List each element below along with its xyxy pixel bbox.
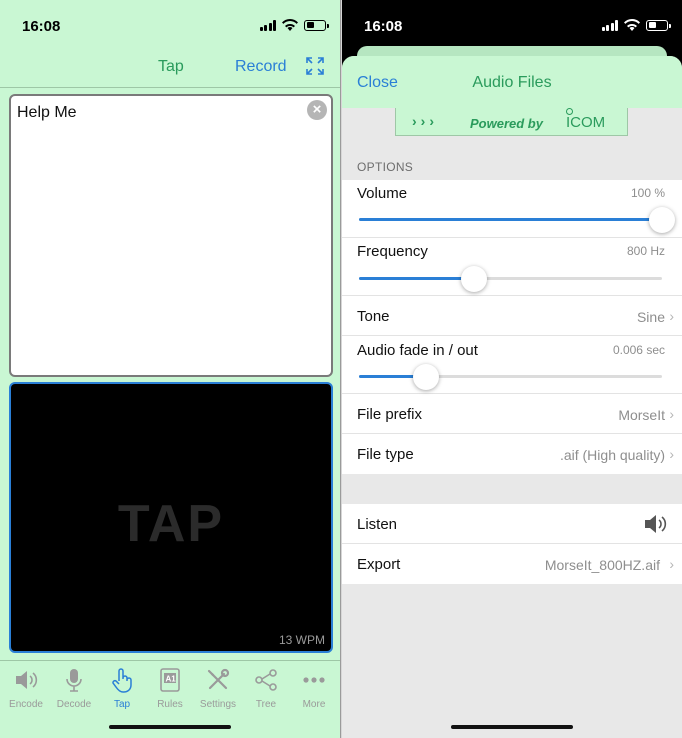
icom-logo: ICOM — [566, 108, 606, 131]
actions-group: Listen Export MorseIt_800HZ.aif › — [342, 504, 682, 584]
hand-pointer-icon — [112, 668, 132, 693]
tone-value: Sine — [636, 309, 665, 325]
frequency-value: 800 Hz — [626, 244, 665, 258]
chevron-right-icon: › — [669, 406, 674, 422]
sheet-header: Close Audio Files — [342, 56, 682, 108]
signal-icon — [259, 19, 276, 31]
powered-by-label: Powered by — [470, 116, 543, 131]
filetype-value: .aif (High quality) — [559, 447, 665, 463]
message-text: Help Me — [17, 104, 77, 121]
battery-icon — [646, 19, 671, 31]
microphone-icon — [66, 669, 82, 692]
tone-row[interactable]: Tone Sine › — [342, 296, 682, 336]
home-indicator — [109, 725, 231, 729]
home-indicator — [451, 725, 573, 729]
export-row[interactable]: Export MorseIt_800HZ.aif › — [342, 544, 682, 584]
tab-tap[interactable]: Tap — [98, 667, 146, 710]
fade-row: Audio fade in / out 0.006 sec — [342, 336, 682, 394]
slider-thumb[interactable] — [412, 364, 439, 390]
filetype-label: File type — [357, 446, 414, 463]
tab-rules[interactable]: A1 Rules — [146, 667, 194, 710]
tab-label: Rules — [157, 699, 183, 710]
slider-thumb[interactable] — [649, 207, 675, 233]
export-label: Export — [357, 556, 401, 573]
tab-label: Tap — [113, 699, 131, 710]
tone-label: Tone — [357, 308, 390, 325]
frequency-slider[interactable] — [359, 266, 662, 292]
tab-tree[interactable]: Tree — [242, 667, 290, 710]
status-icons — [601, 19, 671, 31]
chevrons-icon: ››› — [412, 113, 438, 129]
status-bar: 16:08 — [0, 0, 340, 48]
tab-bar: Encode Decode Tap A1 Rules Settings Tree… — [0, 660, 340, 738]
tab-label: More — [302, 699, 326, 710]
fade-value: 0.006 sec — [612, 343, 665, 357]
fade-slider[interactable] — [359, 364, 662, 390]
status-time: 16:08 — [22, 18, 61, 35]
tab-label: Decode — [56, 699, 92, 710]
chevron-right-icon: › — [669, 446, 674, 462]
clear-text-icon[interactable]: × — [307, 100, 327, 120]
tree-icon — [255, 669, 277, 691]
fade-label: Audio fade in / out — [357, 342, 478, 359]
status-icons — [259, 19, 329, 31]
tap-mode-button[interactable]: Tap — [158, 58, 184, 76]
listen-row[interactable]: Listen — [342, 504, 682, 544]
tab-encode[interactable]: Encode — [2, 667, 50, 710]
volume-label: Volume — [357, 185, 408, 202]
export-value: MorseIt_800HZ.aif — [544, 557, 660, 573]
tab-label: Tree — [255, 699, 277, 710]
tab-decode[interactable]: Decode — [50, 667, 98, 710]
volume-slider[interactable] — [359, 207, 675, 233]
wifi-icon — [282, 19, 298, 31]
tap-watermark: TAP — [117, 495, 225, 553]
chevron-right-icon: › — [669, 556, 674, 572]
tap-screen: 16:08 Tap Record Help Me × TAP 13 WPM En… — [0, 0, 341, 738]
speaker-icon — [16, 671, 38, 689]
tab-settings[interactable]: Settings — [194, 667, 242, 710]
speaker-icon[interactable] — [643, 514, 667, 539]
rules-icon: A1 — [160, 668, 180, 692]
prefix-value: MorseIt — [618, 407, 665, 423]
sheet-title: Audio Files — [472, 74, 552, 91]
fullscreen-icon[interactable] — [305, 56, 325, 81]
audio-files-screen: 16:08 Close Audio Files ››› Powered by I… — [342, 0, 682, 738]
options-group: Volume 100 % Frequency 800 Hz Tone Sine … — [342, 180, 682, 474]
tab-more[interactable]: More — [290, 667, 338, 710]
volume-value: 100 % — [630, 186, 665, 200]
record-button[interactable]: Record — [235, 58, 287, 76]
chevron-right-icon: › — [669, 308, 674, 324]
volume-row: Volume 100 % — [342, 180, 682, 238]
tap-pad[interactable]: TAP 13 WPM — [9, 382, 333, 653]
powered-by-banner[interactable]: ››› Powered by ICOM — [395, 108, 628, 136]
frequency-row: Frequency 800 Hz — [342, 238, 682, 296]
tab-label: Settings — [199, 699, 237, 710]
prefix-label: File prefix — [357, 406, 423, 423]
listen-label: Listen — [357, 516, 398, 533]
message-text-area[interactable]: Help Me × — [9, 94, 333, 377]
ellipsis-icon — [303, 677, 325, 683]
options-section-header: OPTIONS — [357, 160, 414, 174]
svg-text:A1: A1 — [166, 675, 177, 684]
wpm-label: 13 WPM — [278, 633, 325, 647]
status-time: 16:08 — [364, 18, 403, 35]
tab-label: Encode — [9, 699, 43, 710]
prefix-row[interactable]: File prefix MorseIt › — [342, 394, 682, 434]
slider-thumb[interactable] — [461, 266, 488, 292]
audio-files-sheet: Close Audio Files ››› Powered by ICOM OP… — [342, 56, 682, 738]
top-toolbar: Tap Record — [0, 48, 340, 88]
frequency-label: Frequency — [357, 243, 428, 260]
tools-icon — [207, 668, 230, 690]
status-bar: 16:08 — [342, 0, 682, 48]
battery-icon — [304, 19, 329, 31]
wifi-icon — [624, 19, 640, 31]
signal-icon — [601, 19, 618, 31]
filetype-row[interactable]: File type .aif (High quality) › — [342, 434, 682, 474]
